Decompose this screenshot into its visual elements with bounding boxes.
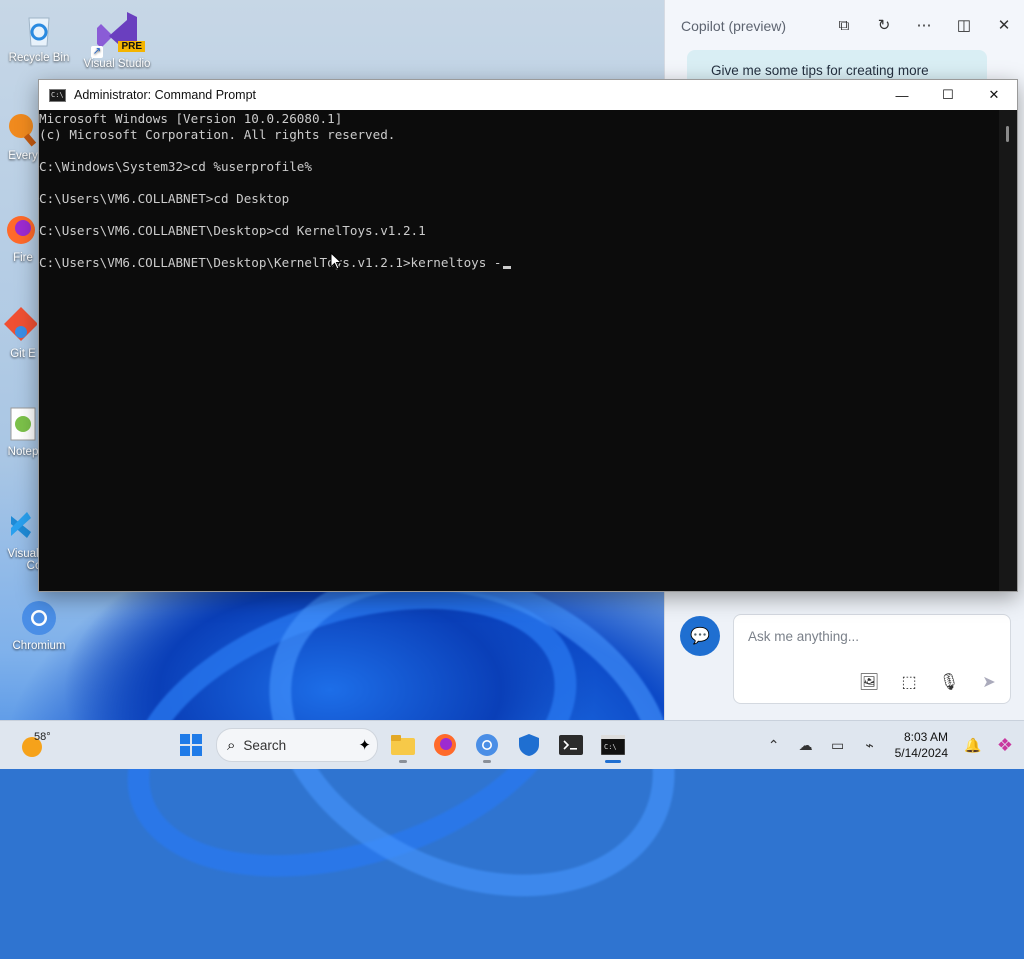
chevron-up-icon[interactable]: ⌃ bbox=[763, 734, 785, 756]
windows-logo-icon bbox=[180, 734, 202, 756]
console-line: (c) Microsoft Corporation. All rights re… bbox=[39, 127, 396, 142]
running-indicator bbox=[483, 760, 491, 763]
console-line: C:\Users\VM6.COLLABNET\Desktop>cd Kernel… bbox=[39, 223, 426, 238]
taskbar-file-explorer[interactable] bbox=[382, 727, 424, 763]
running-indicator bbox=[399, 760, 407, 763]
console-line: C:\Users\VM6.COLLABNET\Desktop\KernelToy… bbox=[39, 255, 502, 270]
everything-icon bbox=[0, 108, 37, 148]
suggestion-text: Give me some tips for creating more bbox=[711, 63, 929, 78]
more-options-icon[interactable]: ⋯ bbox=[913, 14, 935, 36]
window-title: Administrator: Command Prompt bbox=[74, 88, 257, 102]
weather-widget[interactable]: 58° bbox=[20, 729, 70, 761]
copilot-icon[interactable]: ❖ bbox=[994, 734, 1016, 756]
taskbar-clock[interactable]: 8:03 AM 5/14/2024 bbox=[895, 729, 948, 761]
search-highlight-icon: ✦ bbox=[358, 737, 371, 754]
svg-text:C:\: C:\ bbox=[604, 743, 617, 751]
vscode-icon bbox=[0, 506, 37, 546]
vertical-scrollbar[interactable] bbox=[999, 110, 1017, 591]
screenshot-icon[interactable]: ⬚ bbox=[898, 671, 920, 693]
window-titlebar[interactable]: C:\ Administrator: Command Prompt — ☐ ✕ bbox=[39, 80, 1017, 110]
file-explorer-icon bbox=[391, 735, 415, 755]
network-icon[interactable]: ⌁ bbox=[859, 734, 881, 756]
close-button[interactable]: ✕ bbox=[971, 80, 1017, 110]
command-prompt-window[interactable]: C:\ Administrator: Command Prompt — ☐ ✕ … bbox=[38, 79, 1018, 592]
desktop-icon-chromium[interactable]: Chromium bbox=[2, 598, 76, 652]
taskbar-chromium[interactable] bbox=[466, 727, 508, 763]
display-icon[interactable]: ▭ bbox=[827, 734, 849, 756]
send-icon[interactable]: ➤ bbox=[978, 671, 1000, 693]
add-image-icon[interactable]: 🖼 bbox=[858, 671, 880, 693]
active-indicator bbox=[605, 760, 621, 763]
ask-placeholder: Ask me anything... bbox=[748, 629, 860, 644]
refresh-icon[interactable]: ↻ bbox=[873, 14, 895, 36]
taskbar: 58° ⌕ Search ✦ C:\ ⌃ ☁ ▭ ⌁ 8:03 AM 5/14/… bbox=[0, 720, 1024, 769]
system-tray: ⌃ ☁ ▭ ⌁ 8:03 AM 5/14/2024 🔔 ❖ bbox=[763, 721, 1016, 769]
command-prompt-icon: C:\ bbox=[601, 735, 625, 755]
copilot-title: Copilot (preview) bbox=[681, 18, 787, 34]
console-input-line[interactable]: C:\Users\VM6.COLLABNET\Desktop\KernelToy… bbox=[39, 255, 999, 271]
open-external-icon[interactable]: ⧉ bbox=[833, 14, 855, 36]
microphone-icon[interactable]: 🎙 bbox=[938, 671, 960, 693]
ask-input[interactable]: Ask me anything... 🖼 ⬚ 🎙 ➤ bbox=[733, 614, 1011, 704]
onedrive-offline-icon[interactable]: ☁ bbox=[795, 734, 817, 756]
chromium-icon bbox=[19, 598, 59, 638]
git-icon bbox=[0, 306, 38, 346]
mouse-pointer-icon bbox=[330, 252, 342, 270]
pre-badge: PRE bbox=[118, 41, 145, 52]
notification-bell-icon[interactable]: 🔔 bbox=[962, 734, 984, 756]
copilot-input-area: 💬 Ask me anything... 🖼 ⬚ 🎙 ➤ bbox=[665, 590, 1024, 720]
clock-time: 8:03 AM bbox=[903, 730, 948, 744]
new-topic-icon[interactable]: 💬 bbox=[680, 616, 720, 656]
cmd-app-icon: C:\ bbox=[49, 88, 66, 102]
scrollbar-thumb[interactable] bbox=[1006, 126, 1009, 142]
shield-icon bbox=[519, 734, 539, 756]
console-line: C:\Windows\System32>cd %userprofile% bbox=[39, 159, 312, 174]
console-line: Microsoft Windows [Version 10.0.26080.1] bbox=[39, 111, 343, 126]
recycle-bin-icon bbox=[19, 10, 59, 50]
firefox-icon bbox=[434, 734, 456, 756]
desktop-icon-label: Visual Studio bbox=[83, 58, 151, 70]
desktop-icon-label: Chromium bbox=[12, 640, 66, 652]
taskbar-command-prompt[interactable]: C:\ bbox=[592, 727, 634, 763]
close-icon[interactable]: ✕ bbox=[993, 14, 1015, 36]
firefox-icon bbox=[0, 210, 37, 250]
taskbar-terminal[interactable] bbox=[550, 727, 592, 763]
search-label: Search bbox=[243, 737, 287, 753]
start-button[interactable] bbox=[170, 727, 212, 763]
taskbar-defender[interactable] bbox=[508, 727, 550, 763]
clock-date: 5/14/2024 bbox=[894, 746, 948, 760]
taskbar-firefox[interactable] bbox=[424, 727, 466, 763]
console-output[interactable]: Microsoft Windows [Version 10.0.26080.1]… bbox=[39, 110, 999, 591]
chromium-icon bbox=[476, 734, 498, 756]
desktop-icon-label: Recycle Bin bbox=[8, 52, 70, 64]
desktop-icon-recycle-bin[interactable]: Recycle Bin bbox=[2, 10, 76, 64]
visual-studio-icon: PRE ↗ bbox=[91, 8, 145, 58]
console-line: C:\Users\VM6.COLLABNET>cd Desktop bbox=[39, 191, 290, 206]
dock-panel-icon[interactable]: ◫ bbox=[953, 14, 975, 36]
shortcut-arrow-icon: ↗ bbox=[91, 46, 103, 58]
terminal-icon bbox=[559, 735, 583, 755]
minimize-button[interactable]: — bbox=[879, 80, 925, 110]
search-icon: ⌕ bbox=[227, 736, 236, 754]
desktop-icon-visual-studio[interactable]: PRE ↗ Visual Studio bbox=[80, 8, 154, 70]
taskbar-search[interactable]: ⌕ Search ✦ bbox=[216, 728, 378, 762]
notepad-plus-plus-icon bbox=[0, 404, 37, 444]
text-cursor bbox=[502, 266, 511, 269]
maximize-button[interactable]: ☐ bbox=[925, 80, 971, 110]
weather-temp: 58° bbox=[34, 731, 51, 743]
